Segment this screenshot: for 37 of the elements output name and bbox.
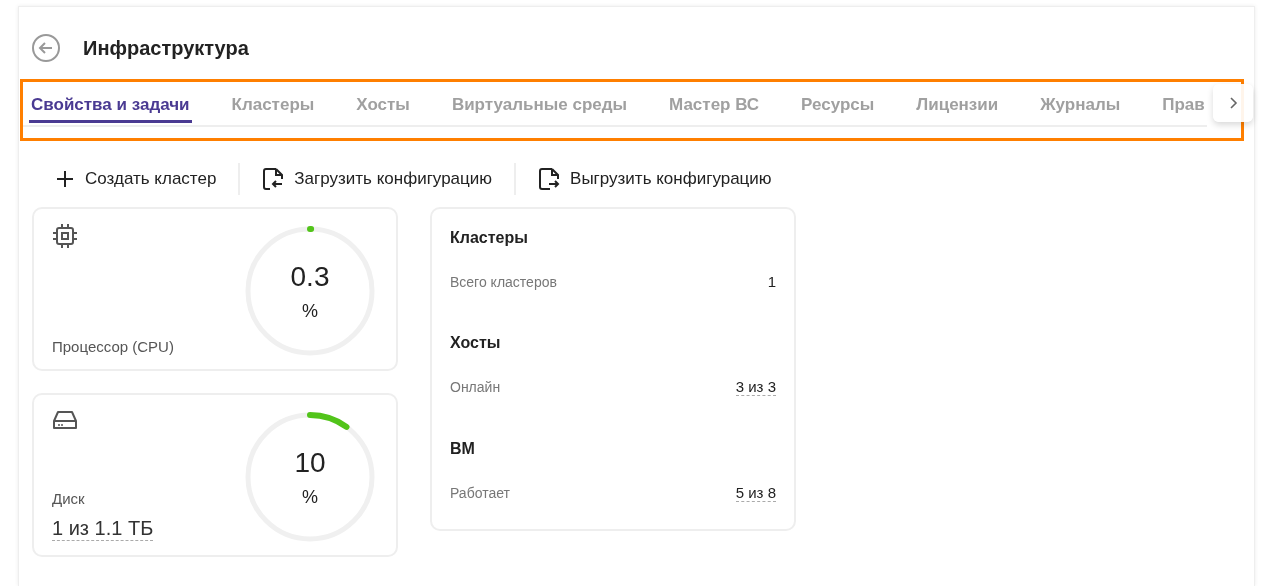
toolbar-button[interactable]: Загрузить конфигурацию	[250, 167, 505, 191]
plus-icon	[55, 169, 75, 189]
tab[interactable]: Свойства и задачи	[29, 82, 192, 123]
stat-label: Работает	[450, 485, 510, 501]
tab[interactable]: Журналы	[1038, 82, 1123, 123]
disk-usage: 1 из 1.1 ТБ	[52, 517, 154, 541]
file-arrow-icon	[262, 167, 285, 191]
gauge-value: 10	[294, 446, 326, 479]
stat-link[interactable]: 3 из 3	[735, 378, 776, 396]
tab[interactable]: Мастер ВС	[667, 82, 762, 123]
stat-label: Онлайн	[450, 379, 501, 395]
tab[interactable]: Кластеры	[229, 82, 317, 123]
scroll-right-button[interactable]	[1213, 84, 1253, 122]
stat-link[interactable]: 5 из 8	[735, 484, 776, 502]
gauge-label: Процессор (CPU)	[52, 338, 174, 355]
tab[interactable]: Прав	[1160, 82, 1207, 123]
section-title: ВМ	[450, 440, 476, 458]
toolbar-button[interactable]: Выгрузить конфигурацию	[526, 167, 784, 191]
section-title: Хосты	[450, 334, 502, 352]
drive-icon	[52, 409, 78, 431]
back-button[interactable]	[31, 33, 61, 63]
stat-value: 1	[767, 273, 776, 290]
chevron-right-icon	[1228, 96, 1238, 110]
tab[interactable]: Виртуальные среды	[449, 82, 630, 123]
gauge-unit: %	[302, 486, 318, 508]
gauge-value: 0.3	[290, 260, 330, 293]
tab[interactable]: Ресурсы	[799, 82, 877, 123]
section-title: Кластеры	[450, 229, 529, 247]
gauge-label: Диск	[52, 490, 85, 507]
chip-icon	[52, 223, 78, 249]
stat-label: Всего кластеров	[450, 273, 557, 290]
tab[interactable]: Лицензии	[914, 82, 1001, 123]
tab[interactable]: Хосты	[354, 82, 412, 123]
toolbar-button[interactable]: Создать кластер	[43, 169, 229, 189]
file-export-icon	[538, 167, 561, 191]
page-title: Инфраструктура	[83, 36, 249, 60]
gauge-unit: %	[302, 300, 318, 322]
